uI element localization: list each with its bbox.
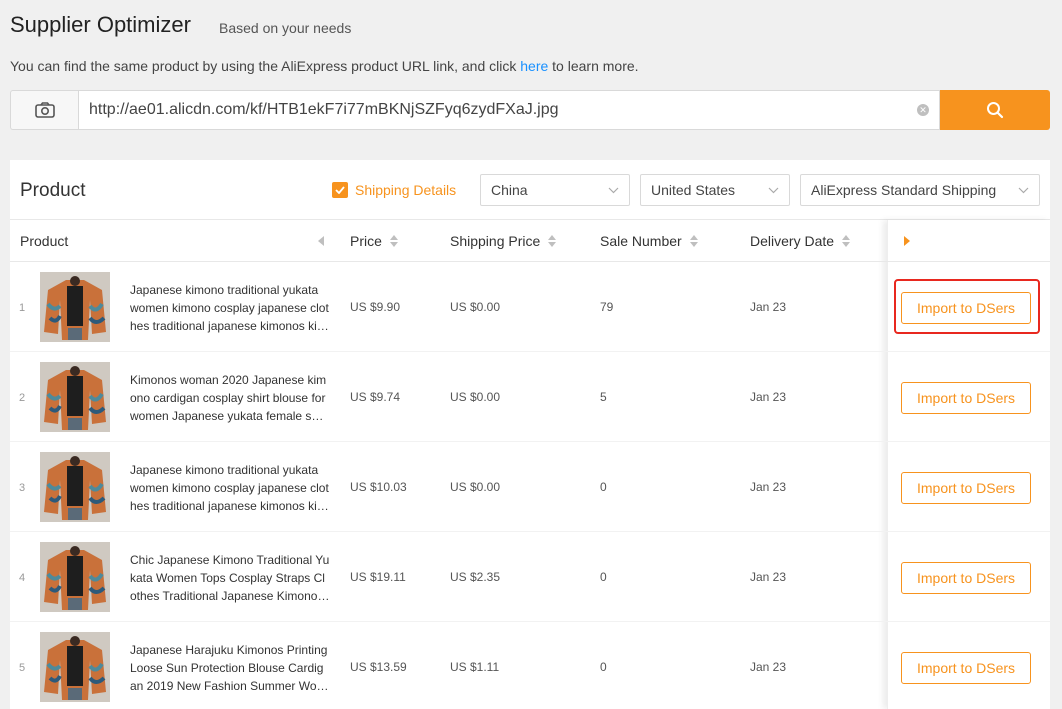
table-row: 4 Chic Japanese Kimono Traditional Yukat… xyxy=(10,532,1050,622)
price-cell: US $13.59 xyxy=(350,660,407,674)
shipping-price-cell: US $0.00 xyxy=(450,390,501,404)
product-name[interactable]: Japanese Harajuku Kimonos Printing Loose… xyxy=(130,641,330,695)
product-name[interactable]: Chic Japanese Kimono Traditional Yukata … xyxy=(130,551,330,605)
sale-number-cell: 0 xyxy=(600,480,607,494)
shipping-price-cell: US $0.00 xyxy=(450,480,501,494)
import-to-dsers-button[interactable]: Import to DSers xyxy=(901,382,1031,414)
row-index: 2 xyxy=(19,392,26,404)
table-row: 3 Japanese kimono traditional yukata wom… xyxy=(10,442,1050,532)
product-thumbnail[interactable] xyxy=(40,362,110,432)
import-to-dsers-button[interactable]: Import to DSers xyxy=(901,562,1031,594)
delivery-date-cell: Jan 23 xyxy=(750,570,787,584)
camera-icon xyxy=(34,102,55,118)
row-index: 3 xyxy=(19,482,26,494)
url-input[interactable] xyxy=(89,101,917,119)
column-product: Product xyxy=(20,233,69,249)
delivery-date-cell: Jan 23 xyxy=(750,660,787,674)
row-index: 1 xyxy=(19,302,26,314)
product-name[interactable]: Japanese kimono traditional yukata women… xyxy=(130,461,330,515)
ship-from-value: China xyxy=(491,182,528,198)
shipping-price-cell: US $0.00 xyxy=(450,300,501,314)
description-text: You can find the same product by using t… xyxy=(10,58,521,74)
product-thumbnail[interactable] xyxy=(40,542,110,612)
delivery-date-cell: Jan 23 xyxy=(750,300,787,314)
scroll-left-icon[interactable] xyxy=(318,236,324,246)
sort-icon xyxy=(389,235,398,247)
chevron-down-icon xyxy=(1018,187,1029,193)
sort-icon xyxy=(842,235,851,247)
column-shipping-price[interactable]: Shipping Price xyxy=(450,233,557,249)
chevron-down-icon xyxy=(608,187,619,193)
product-name[interactable]: Japanese kimono traditional yukata women… xyxy=(130,281,330,335)
table-header: Product Price Shipping Price Sale Number… xyxy=(10,220,1050,262)
product-thumbnail[interactable] xyxy=(40,452,110,522)
chevron-down-icon xyxy=(768,187,779,193)
delivery-date-cell: Jan 23 xyxy=(750,480,787,494)
column-price[interactable]: Price xyxy=(350,233,398,249)
shipping-method-select[interactable]: AliExpress Standard Shipping xyxy=(800,174,1040,206)
search-button[interactable] xyxy=(940,90,1050,130)
sort-icon xyxy=(689,235,698,247)
product-panel: Product Shipping Details China United St… xyxy=(10,160,1050,709)
search-icon xyxy=(987,102,1004,119)
delivery-date-cell: Jan 23 xyxy=(750,390,787,404)
checkbox-checked-icon xyxy=(332,182,348,198)
ship-to-value: United States xyxy=(651,182,736,198)
price-cell: US $19.11 xyxy=(350,570,406,584)
sort-icon xyxy=(548,235,557,247)
sale-number-cell: 0 xyxy=(600,570,607,584)
sale-number-cell: 0 xyxy=(600,660,607,674)
row-index: 5 xyxy=(19,662,26,674)
panel-title: Product xyxy=(20,180,86,201)
sale-number-cell: 5 xyxy=(600,390,607,404)
product-thumbnail[interactable] xyxy=(40,272,110,342)
page-subtitle: Based on your needs xyxy=(219,20,352,36)
shipping-details-checkbox[interactable]: Shipping Details xyxy=(332,182,456,198)
shipping-price-cell: US $1.11 xyxy=(450,660,500,674)
ship-from-select[interactable]: China xyxy=(480,174,630,206)
learn-more-link[interactable]: here xyxy=(520,58,548,74)
shipping-method-value: AliExpress Standard Shipping xyxy=(811,182,997,198)
page-title: Supplier Optimizer xyxy=(10,12,191,37)
url-field-wrapper: ✕ xyxy=(78,90,940,130)
sale-number-cell: 79 xyxy=(600,300,614,314)
panel-header: Product Shipping Details China United St… xyxy=(10,160,1050,220)
import-to-dsers-button[interactable]: Import to DSers xyxy=(901,652,1031,684)
price-cell: US $9.90 xyxy=(350,300,401,314)
price-cell: US $10.03 xyxy=(350,480,407,494)
search-bar: ✕ xyxy=(10,90,1050,130)
image-search-button[interactable] xyxy=(10,90,78,130)
table-row: 5 Japanese Harajuku Kimonos Printing Loo… xyxy=(10,622,1050,709)
product-thumbnail[interactable] xyxy=(40,632,110,702)
column-delivery-date[interactable]: Delivery Date xyxy=(750,233,851,249)
product-name[interactable]: Kimonos woman 2020 Japanese kimono cardi… xyxy=(130,371,330,425)
price-cell: US $9.74 xyxy=(350,390,401,404)
description-text-end: to learn more. xyxy=(548,58,639,74)
clear-circle-icon[interactable]: ✕ xyxy=(917,104,929,116)
shipping-price-cell: US $2.35 xyxy=(450,570,501,584)
highlight-box xyxy=(894,279,1040,334)
shipping-details-label: Shipping Details xyxy=(355,182,457,198)
ship-to-select[interactable]: United States xyxy=(640,174,790,206)
row-index: 4 xyxy=(19,572,26,584)
import-to-dsers-button[interactable]: Import to DSers xyxy=(901,472,1031,504)
column-sale-number[interactable]: Sale Number xyxy=(600,233,698,249)
table-row: 2 Kimonos woman 2020 Japanese kimono car… xyxy=(10,352,1050,442)
description: You can find the same product by using t… xyxy=(10,58,639,74)
scroll-right-icon[interactable] xyxy=(904,236,910,246)
